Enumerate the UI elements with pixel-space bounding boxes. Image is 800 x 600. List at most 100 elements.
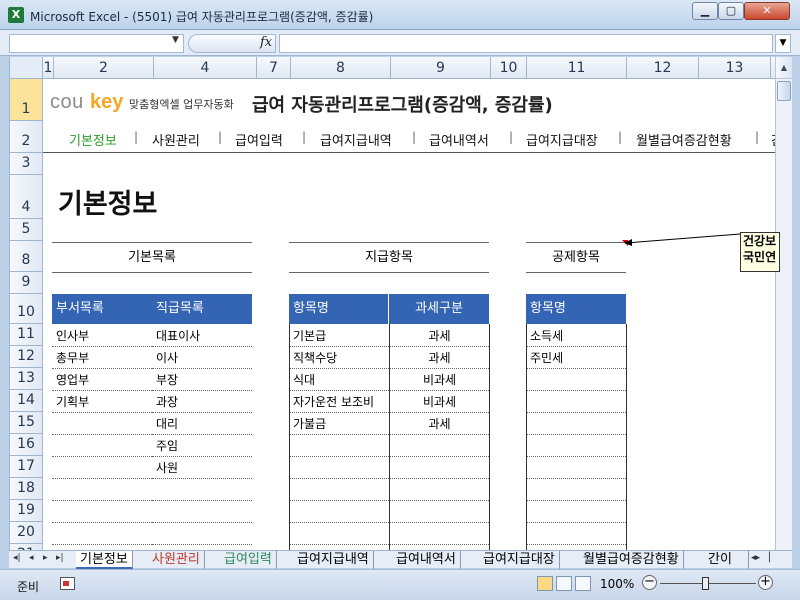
table-cell[interactable] [290,479,389,501]
table-cell[interactable]: 비과세 [390,369,489,391]
tab-split-handle-icon[interactable]: ▏ [769,553,776,563]
row-header[interactable]: 8 [10,241,43,272]
column-header[interactable]: 7 [257,57,291,79]
table-cell[interactable]: 총무부 [52,347,152,369]
last-sheet-icon[interactable]: ▸| [56,553,64,563]
row-header[interactable]: 20 [10,522,43,544]
row-header[interactable]: 17 [10,456,43,478]
table-cell[interactable] [390,435,489,457]
expand-formula-bar-icon[interactable]: ▼ [775,34,791,53]
table-cell[interactable]: 이사 [152,347,252,369]
sheet-tab-employee[interactable]: 사원관리 [148,551,205,569]
name-box[interactable] [9,34,184,53]
normal-view-icon[interactable] [537,576,553,591]
table-cell[interactable] [290,435,389,457]
column-header[interactable]: 2 [54,57,154,79]
row-header[interactable]: 13 [10,368,43,390]
zoom-out-icon[interactable]: − [642,575,657,590]
nav-link-more[interactable]: 간 [771,130,775,149]
table-cell[interactable] [390,479,489,501]
column-header[interactable]: 9 [391,57,491,79]
table-cell[interactable]: 소득세 [527,325,626,347]
maximize-button[interactable]: ▢ [718,2,744,20]
vertical-scrollbar[interactable]: ▲ [775,57,792,550]
table-cell[interactable] [52,457,152,479]
column-header[interactable]: 1 [43,57,54,79]
nav-link-pay-history[interactable]: 급여지급내역 [320,130,392,149]
table-cell[interactable] [527,457,626,479]
table-cell[interactable] [290,523,389,545]
sheet-tab-pay-input[interactable]: 급여입력 [220,551,277,569]
macro-record-icon[interactable] [60,577,75,590]
page-layout-view-icon[interactable] [556,576,572,591]
nav-link-employee[interactable]: 사원관리 [152,130,200,149]
table-cell[interactable]: 기획부 [52,391,152,413]
row-header[interactable]: 1 [10,79,43,121]
table-cell[interactable]: 사원 [152,457,252,479]
table-cell[interactable]: 비과세 [390,391,489,413]
table-cell[interactable]: 직책수당 [290,347,389,369]
table-cell[interactable]: 과세 [390,413,489,435]
row-header[interactable]: 18 [10,478,43,500]
table-cell[interactable] [390,501,489,523]
sheet-tab-basic-info[interactable]: 기본정보 [76,551,133,569]
table-cell[interactable]: 식대 [290,369,389,391]
column-header[interactable]: 4 [154,57,257,79]
nav-link-pay-input[interactable]: 급여입력 [235,130,283,149]
zoom-in-icon[interactable]: + [758,575,773,590]
sheet-tab-pay-history[interactable]: 급여지급내역 [293,551,374,569]
row-header[interactable]: 14 [10,390,43,412]
sheet-tab-pay-statement[interactable]: 급여내역서 [392,551,461,569]
column-header[interactable]: 13 [699,57,771,79]
table-cell[interactable]: 주민세 [527,347,626,369]
table-cell[interactable] [527,413,626,435]
row-header[interactable]: 15 [10,412,43,434]
page-break-view-icon[interactable] [575,576,591,591]
table-cell[interactable] [52,435,152,457]
table-cell[interactable] [290,501,389,523]
sheet-tab-payroll-ledger[interactable]: 급여지급대장 [479,551,560,569]
table-cell[interactable] [527,435,626,457]
table-cell[interactable] [390,457,489,479]
column-header[interactable]: 8 [291,57,391,79]
row-header[interactable]: 5 [10,219,43,241]
sheet-tab-monthly-change[interactable]: 월별급여증감현황 [579,551,684,569]
table-cell[interactable] [152,501,252,523]
row-header[interactable]: 11 [10,324,43,346]
table-cell[interactable]: 영업부 [52,369,152,391]
split-handle-icon[interactable]: ▲ [776,57,792,79]
nav-link-basic-info[interactable]: 기본정보 [69,130,117,149]
table-cell[interactable] [390,523,489,545]
table-cell[interactable] [52,413,152,435]
table-cell[interactable] [52,523,152,545]
table-cell[interactable] [152,523,252,545]
table-cell[interactable] [527,479,626,501]
column-header[interactable]: 10 [491,57,527,79]
table-cell[interactable]: 대리 [152,413,252,435]
table-cell[interactable]: 과세 [390,347,489,369]
row-header[interactable]: 12 [10,346,43,368]
nav-link-payroll-ledger[interactable]: 급여지급대장 [526,130,598,149]
table-cell[interactable] [52,479,152,501]
row-header[interactable]: 4 [10,175,43,219]
tab-scroll-icon[interactable]: ◂▸ [751,553,760,563]
row-header[interactable]: 16 [10,434,43,456]
row-header[interactable]: 3 [10,153,43,175]
zoom-slider-thumb[interactable] [702,577,709,590]
excel-app-icon[interactable]: X [8,7,24,23]
formula-input[interactable] [279,34,773,53]
table-cell[interactable] [52,501,152,523]
table-cell[interactable]: 과세 [390,325,489,347]
nav-link-monthly-change[interactable]: 월별급여증감현황 [636,130,732,149]
zoom-level[interactable]: 100% [600,577,634,591]
cell-comment[interactable]: 건강보 국민연 [740,232,780,272]
table-cell[interactable]: 가불금 [290,413,389,435]
select-all-corner[interactable] [10,57,43,79]
table-cell[interactable]: 자가운전 보조비 [290,391,389,413]
table-cell[interactable] [527,501,626,523]
column-header[interactable]: 12 [627,57,699,79]
table-cell[interactable]: 부장 [152,369,252,391]
table-cell[interactable]: 주임 [152,435,252,457]
table-cell[interactable]: 대표이사 [152,325,252,347]
row-header[interactable]: 19 [10,500,43,522]
